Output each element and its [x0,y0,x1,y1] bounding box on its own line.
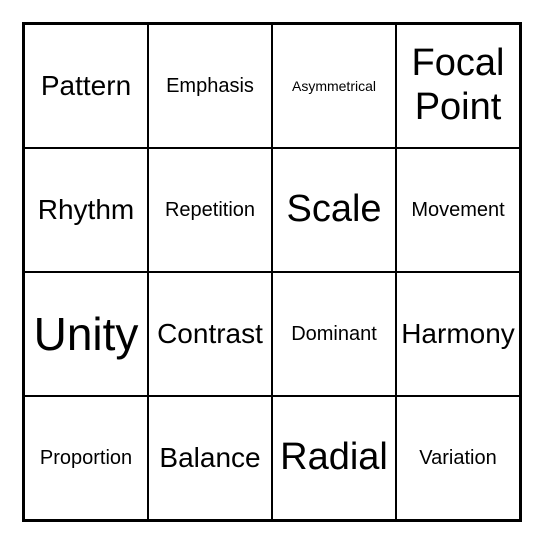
cell-label: Proportion [40,447,132,470]
bingo-cell: Balance [148,396,272,520]
cell-label: Dominant [291,323,377,346]
cell-label: Radial [280,436,388,480]
bingo-cell: Unity [24,272,148,396]
bingo-cell: Dominant [272,272,396,396]
bingo-cell: Contrast [148,272,272,396]
bingo-cell: Variation [396,396,520,520]
cell-label: Repetition [165,199,255,222]
cell-label: Asymmetrical [292,78,376,94]
cell-label: Emphasis [166,75,254,98]
cell-label: Balance [159,442,260,474]
bingo-cell: Asymmetrical [272,24,396,148]
cell-label: Movement [411,199,504,222]
bingo-cell: Focal Point [396,24,520,148]
bingo-cell: Radial [272,396,396,520]
bingo-cell: Rhythm [24,148,148,272]
bingo-cell: Movement [396,148,520,272]
bingo-cell: Pattern [24,24,148,148]
cell-label: Scale [286,188,381,232]
bingo-cell: Proportion [24,396,148,520]
bingo-cell: Scale [272,148,396,272]
bingo-grid: Pattern Emphasis Asymmetrical Focal Point Rh… [22,22,522,522]
cell-label: Rhythm [38,194,134,226]
cell-label: Focal Point [403,42,513,129]
bingo-cell: Harmony [396,272,520,396]
cell-label: Pattern [41,70,131,102]
cell-label: Harmony [401,318,515,350]
bingo-cell: Emphasis [148,24,272,148]
cell-label: Contrast [157,318,263,350]
bingo-cell: Repetition [148,148,272,272]
cell-label: Unity [34,308,139,361]
cell-label: Variation [419,447,496,470]
